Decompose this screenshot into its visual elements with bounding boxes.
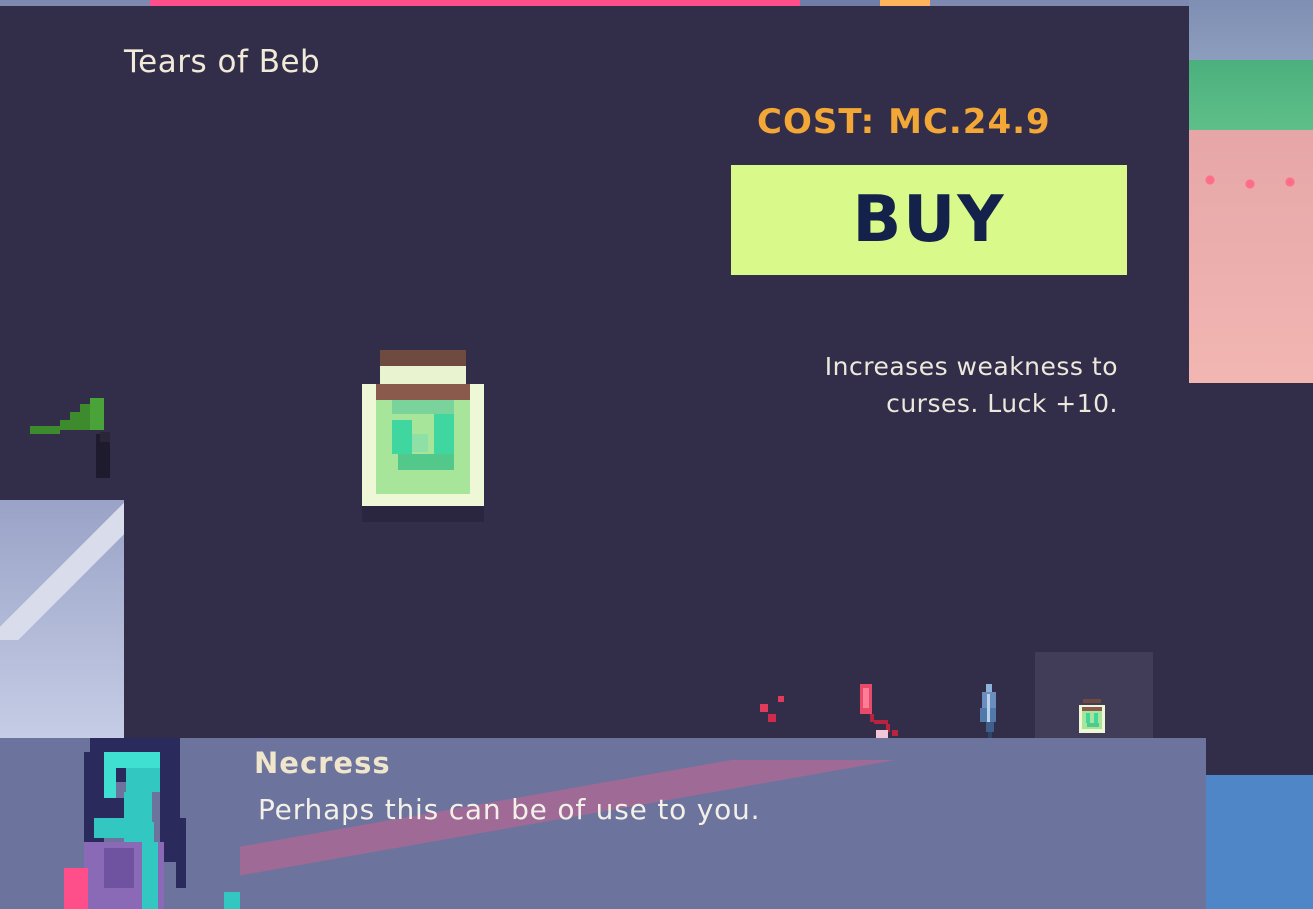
item-cost: COST: MC.24.9 [757, 102, 1051, 142]
necress-portrait [64, 738, 240, 909]
item-description: Increases weakness to curses. Luck +10. [824, 352, 1118, 418]
red-lantern-icon[interactable] [856, 682, 902, 744]
background-water [1206, 775, 1313, 909]
dialogue-text: Perhaps this can be of use to you. [258, 793, 761, 826]
shop-panel-inventory-area [706, 383, 1313, 775]
green-jar-icon[interactable] [1079, 699, 1105, 733]
red-berries-icon[interactable] [756, 692, 790, 726]
green-jar-icon [362, 350, 484, 522]
blue-feather-icon[interactable] [976, 682, 1002, 738]
speaker-name: Necress [254, 746, 391, 780]
background-lanterns [1195, 170, 1305, 210]
background-stairs [0, 500, 124, 640]
item-name: Tears of Beb [124, 44, 321, 80]
buy-button[interactable]: BUY [731, 165, 1127, 275]
leaf-icon [30, 398, 110, 478]
